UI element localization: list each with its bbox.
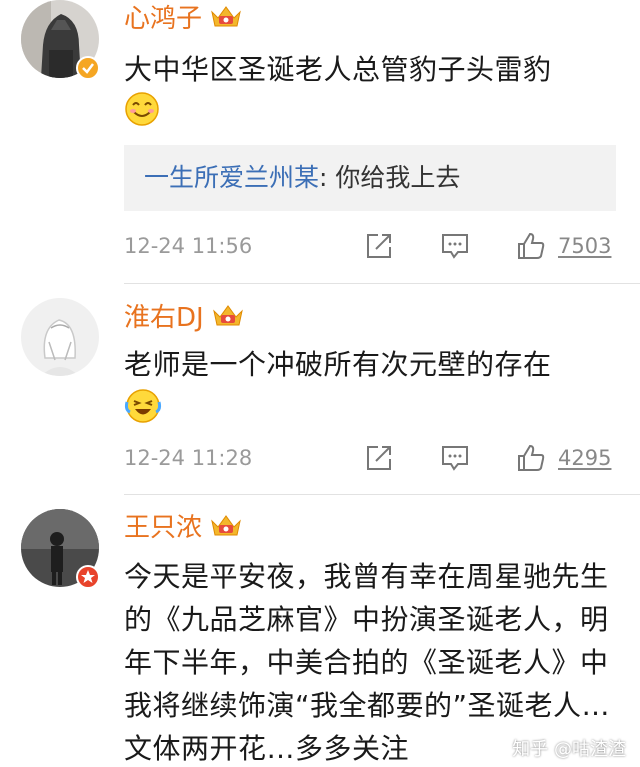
smile-emoji-icon [124, 91, 160, 131]
username[interactable]: 心鸿子 [124, 4, 202, 34]
divider [124, 494, 640, 495]
vip-crown-icon [212, 303, 244, 333]
vip-crown-icon [210, 4, 242, 34]
username[interactable]: 王只浓 [124, 513, 202, 543]
comment-time: 12-24 11:56 [124, 234, 253, 258]
comment-text: 大中华区圣诞老人总管豹子头雷豹 [124, 53, 552, 86]
vip-crown-icon [210, 513, 242, 543]
watermark: 知乎 @咕渣渣 [512, 739, 626, 760]
divider [124, 283, 640, 284]
like-count[interactable]: 4295 [558, 443, 611, 473]
share-icon[interactable] [364, 231, 394, 265]
username[interactable]: 淮右DJ [124, 303, 204, 333]
comment-reply-icon[interactable] [440, 231, 470, 265]
share-icon[interactable] [364, 443, 394, 477]
like-count[interactable]: 7503 [558, 231, 611, 261]
laugh-cry-emoji-icon [124, 388, 162, 428]
comment-reply-icon[interactable] [440, 443, 470, 477]
reply-text: 你给我上去 [335, 163, 461, 192]
reply-box[interactable]: 一生所爱兰州某: 你给我上去 [124, 145, 616, 211]
comment-time: 12-24 11:28 [124, 446, 253, 470]
reply-author[interactable]: 一生所爱兰州某 [144, 163, 319, 192]
avatar[interactable] [21, 298, 99, 376]
reply-separator: : [319, 163, 336, 192]
like-icon[interactable] [516, 443, 546, 477]
comment-text: 老师是一个冲破所有次元壁的存在 [124, 348, 552, 381]
vip-badge-icon [76, 565, 100, 589]
verified-badge-icon [76, 56, 100, 80]
like-icon[interactable] [516, 231, 546, 265]
